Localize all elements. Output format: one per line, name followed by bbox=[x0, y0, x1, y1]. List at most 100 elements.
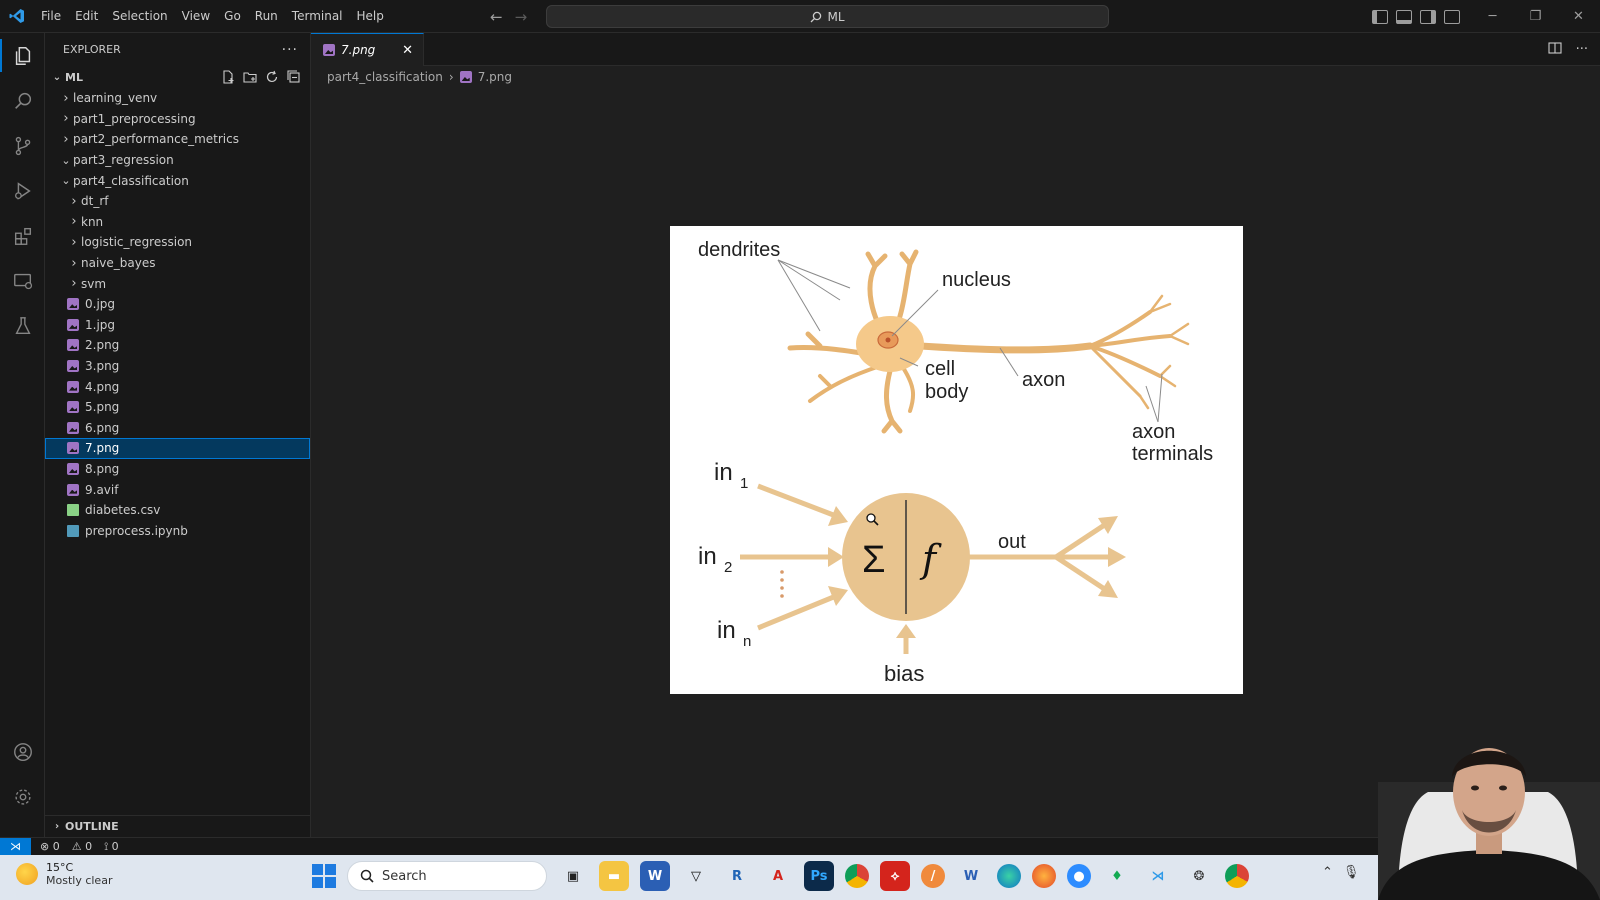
tree-item-label: 0.jpg bbox=[85, 297, 116, 312]
toggle-primary-sidebar-icon[interactable] bbox=[1372, 9, 1388, 24]
acrobat-icon[interactable]: A bbox=[763, 861, 793, 891]
tree-file-diabetes-csv[interactable]: diabetes.csv bbox=[45, 500, 310, 521]
tree-file-preprocess-ipynb[interactable]: preprocess.ipynb bbox=[45, 520, 310, 541]
activity-bar bbox=[0, 33, 45, 837]
menu-go[interactable]: Go bbox=[217, 0, 248, 33]
pencil-app-icon[interactable]: / bbox=[921, 864, 945, 888]
restore-icon[interactable]: ❐ bbox=[1514, 0, 1557, 33]
menu-selection[interactable]: Selection bbox=[105, 0, 174, 33]
settings-gear-icon[interactable] bbox=[0, 774, 45, 819]
back-arrow-icon[interactable]: ← bbox=[490, 8, 503, 26]
title-bar: File Edit Selection View Go Run Terminal… bbox=[0, 0, 1600, 33]
vectorworks-icon[interactable]: ▽ bbox=[681, 861, 711, 891]
tree-file-0-jpg[interactable]: 0.jpg bbox=[45, 294, 310, 315]
close-tab-icon[interactable]: ✕ bbox=[402, 43, 413, 58]
word-icon[interactable]: W bbox=[640, 861, 670, 891]
davinci-icon[interactable]: ❂ bbox=[1184, 861, 1214, 891]
taskbar-search[interactable]: Search bbox=[347, 861, 547, 891]
tree-file-9-avif[interactable]: 9.avif bbox=[45, 479, 310, 500]
task-view-icon[interactable]: ▣ bbox=[558, 861, 588, 891]
remote-indicator-icon[interactable]: ⋊ bbox=[0, 837, 31, 856]
microphone-icon[interactable]: 🎙︎ bbox=[1343, 865, 1360, 880]
tray-overflow-icon[interactable]: ⌃ bbox=[1322, 865, 1333, 880]
tree-file-4-png[interactable]: 4.png bbox=[45, 376, 310, 397]
extensions-icon[interactable] bbox=[0, 213, 45, 258]
vscode-window: File Edit Selection View Go Run Terminal… bbox=[0, 0, 1600, 900]
source-control-icon[interactable] bbox=[0, 123, 45, 168]
toggle-secondary-sidebar-icon[interactable] bbox=[1420, 9, 1436, 24]
tree-folder-part1-preprocessing[interactable]: › part1_preprocessing bbox=[45, 109, 310, 130]
problems-indicator[interactable]: ⊗ 0 ⚠ 0 ⟟ 0 bbox=[31, 840, 119, 854]
r-icon[interactable]: R bbox=[722, 861, 752, 891]
tree-file-3-png[interactable]: 3.png bbox=[45, 356, 310, 377]
tree-folder-part2-performance-metrics[interactable]: › part2_performance_metrics bbox=[45, 129, 310, 150]
collapse-all-icon[interactable] bbox=[286, 70, 302, 84]
weather-widget[interactable]: 15°C Mostly clear bbox=[16, 861, 112, 887]
tree-folder-part4-classification[interactable]: ⌄ part4_classification bbox=[45, 170, 310, 191]
tree-folder-learning-venv[interactable]: › learning_venv bbox=[45, 88, 310, 109]
accounts-icon[interactable] bbox=[0, 729, 45, 774]
tree-item-label: naive_bayes bbox=[81, 256, 156, 271]
new-folder-icon[interactable] bbox=[242, 70, 258, 84]
new-file-icon[interactable] bbox=[220, 70, 236, 84]
menu-file[interactable]: File bbox=[34, 0, 68, 33]
breadcrumb-file[interactable]: 7.png bbox=[478, 70, 512, 84]
chrome-icon[interactable] bbox=[845, 864, 869, 888]
menu-view[interactable]: View bbox=[175, 0, 217, 33]
windows-start-icon[interactable] bbox=[312, 864, 336, 888]
tree-folder-dt-rf[interactable]: › dt_rf bbox=[45, 191, 310, 212]
image-preview[interactable]: dendrites nucleus cell body axon axon te… bbox=[670, 226, 1243, 694]
file-explorer-icon[interactable]: ▬ bbox=[599, 861, 629, 891]
vscode-taskbar-icon[interactable]: ⋊ bbox=[1143, 861, 1173, 891]
toggle-panel-icon[interactable] bbox=[1396, 9, 1412, 24]
windows-taskbar: 15°C Mostly clear Search ▣ ▬ W ▽ R A Ps … bbox=[0, 855, 1600, 900]
close-window-icon[interactable]: ✕ bbox=[1557, 0, 1600, 33]
photoshop-icon[interactable]: Ps bbox=[804, 861, 834, 891]
zoom-icon[interactable]: ● bbox=[1067, 864, 1091, 888]
split-editor-icon[interactable] bbox=[1548, 41, 1562, 59]
tree-file-2-png[interactable]: 2.png bbox=[45, 335, 310, 356]
tree-folder-naive-bayes[interactable]: › naive_bayes bbox=[45, 253, 310, 274]
explorer-icon[interactable] bbox=[0, 33, 45, 78]
refresh-icon[interactable] bbox=[264, 70, 280, 84]
tree-file-7-png[interactable]: 7.png bbox=[45, 438, 310, 459]
menu-run[interactable]: Run bbox=[248, 0, 285, 33]
minimize-icon[interactable]: ─ bbox=[1471, 0, 1514, 33]
outline-section[interactable]: › OUTLINE bbox=[45, 815, 311, 837]
tree-folder-knn[interactable]: › knn bbox=[45, 212, 310, 233]
forward-arrow-icon[interactable]: → bbox=[515, 8, 528, 26]
tree-file-6-png[interactable]: 6.png bbox=[45, 418, 310, 439]
mongodb-icon[interactable]: ♦ bbox=[1102, 861, 1132, 891]
menu-help[interactable]: Help bbox=[350, 0, 391, 33]
command-center-search[interactable]: ML bbox=[546, 5, 1109, 28]
chrome-profile-icon[interactable] bbox=[1225, 864, 1249, 888]
menu-edit[interactable]: Edit bbox=[68, 0, 105, 33]
chevron-right-icon: › bbox=[71, 255, 77, 271]
remote-explorer-icon[interactable] bbox=[0, 258, 45, 303]
tree-folder-part3-regression[interactable]: ⌄ part3_regression bbox=[45, 150, 310, 171]
tree-file-1-jpg[interactable]: 1.jpg bbox=[45, 315, 310, 336]
search-view-icon[interactable] bbox=[0, 78, 45, 123]
more-actions-icon[interactable]: ··· bbox=[282, 42, 298, 58]
customize-layout-icon[interactable] bbox=[1444, 9, 1460, 24]
run-debug-icon[interactable] bbox=[0, 168, 45, 213]
more-editor-actions-icon[interactable]: ··· bbox=[1576, 42, 1588, 57]
activity-bar-bottom bbox=[0, 729, 45, 819]
menu-bar: File Edit Selection View Go Run Terminal… bbox=[34, 0, 391, 33]
chevron-right-icon: › bbox=[71, 193, 77, 209]
workspace-root[interactable]: ⌄ ML bbox=[45, 66, 310, 88]
firefox-icon[interactable] bbox=[1032, 864, 1056, 888]
tree-folder-svm[interactable]: › svm bbox=[45, 273, 310, 294]
testing-icon[interactable] bbox=[0, 303, 45, 348]
edge-icon[interactable] bbox=[997, 864, 1021, 888]
label-body: body bbox=[925, 381, 968, 403]
image-file-icon bbox=[67, 339, 79, 352]
breadcrumb-folder[interactable]: part4_classification bbox=[327, 70, 443, 84]
pdf-reader-icon[interactable]: ⟡ bbox=[880, 861, 910, 891]
tree-file-8-png[interactable]: 8.png bbox=[45, 459, 310, 480]
word-online-icon[interactable]: W bbox=[956, 861, 986, 891]
tree-folder-logistic-regression[interactable]: › logistic_regression bbox=[45, 232, 310, 253]
menu-terminal[interactable]: Terminal bbox=[285, 0, 350, 33]
tab-7-png[interactable]: 7.png ✕ bbox=[311, 33, 424, 66]
tree-file-5-png[interactable]: 5.png bbox=[45, 397, 310, 418]
